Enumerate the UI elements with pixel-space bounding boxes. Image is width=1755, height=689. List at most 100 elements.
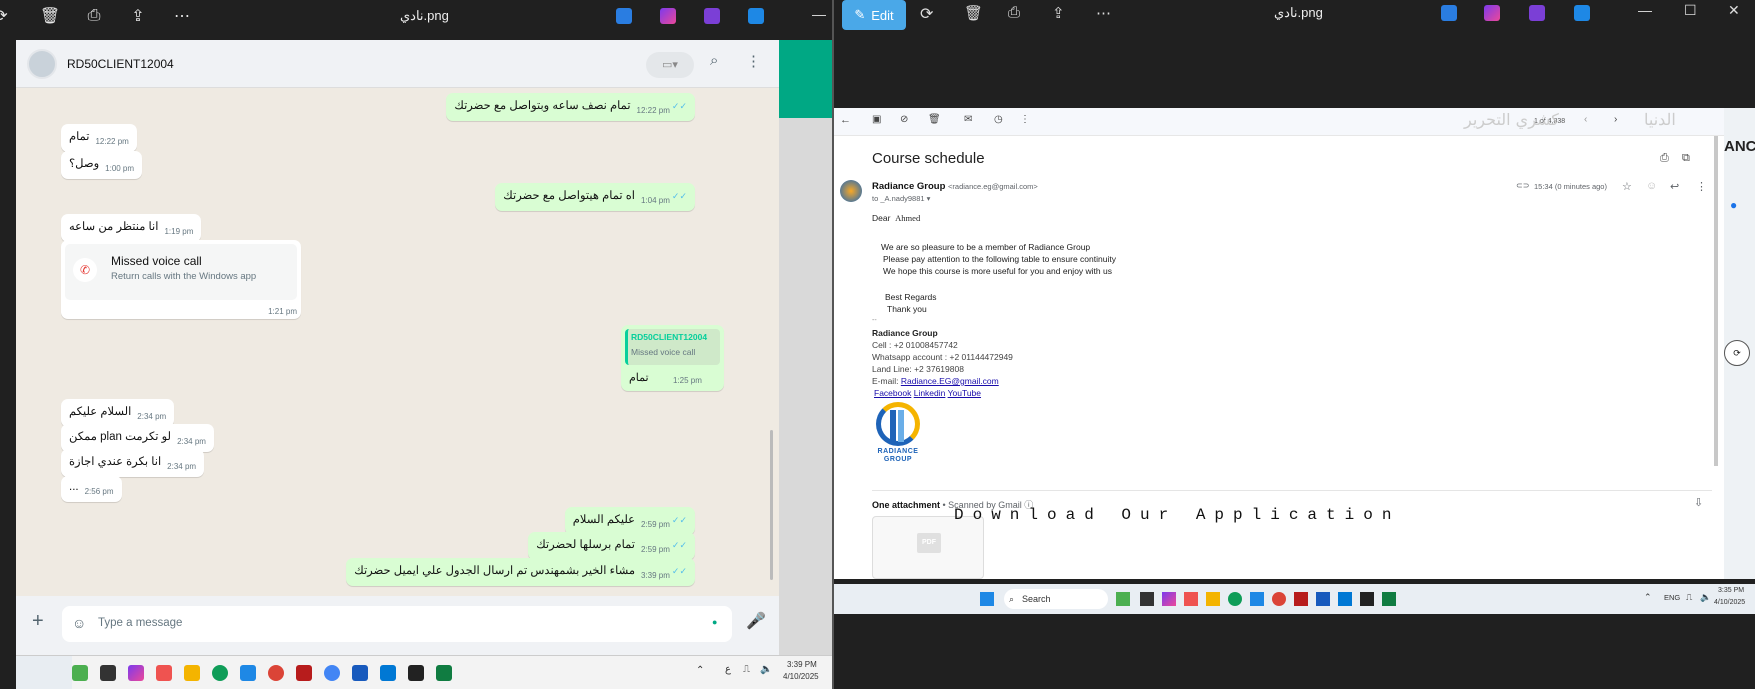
sender-name[interactable]: Radiance Group	[872, 181, 945, 192]
calculator-icon[interactable]	[1250, 592, 1264, 606]
network-icon[interactable]: ⎍	[1686, 592, 1692, 603]
chevron-up-icon[interactable]: ⌃	[696, 665, 704, 676]
search-icon[interactable]: ⌕	[710, 52, 718, 69]
message-bubble[interactable]: تمام نصف ساعه وبتواصل مع حضرتك 12:22 pm ✓✓	[446, 93, 695, 121]
message-input[interactable]: ☺ Type a message ●	[62, 606, 732, 642]
snooze-icon[interactable]: ◷	[994, 114, 1003, 125]
lang-indicator[interactable]: ENG	[1664, 593, 1680, 602]
person-icon[interactable]: ●	[1730, 198, 1737, 212]
excel-icon[interactable]	[436, 664, 452, 681]
message-bubble[interactable]: تمام برسلها لحضرتك 2:59 pm ✓✓	[528, 532, 695, 560]
folder-icon[interactable]	[1206, 592, 1220, 606]
volume-icon[interactable]: 🔈	[760, 664, 772, 675]
taskbar-search[interactable]: ⌕ Search	[1004, 589, 1108, 609]
chrome-icon[interactable]	[1272, 592, 1286, 606]
clipchamp-icon[interactable]	[704, 8, 720, 24]
copilot-icon[interactable]	[1484, 5, 1500, 21]
avatar[interactable]	[27, 49, 57, 79]
minimize-button[interactable]: —	[812, 6, 826, 22]
sender-avatar[interactable]	[840, 180, 862, 202]
chevron-up-icon[interactable]: ⌃	[1644, 592, 1652, 603]
print-all-icon[interactable]: ⎙	[1660, 152, 1669, 165]
share-icon[interactable]: ⇪	[1052, 4, 1065, 22]
more-icon[interactable]: ⋯	[160, 0, 204, 32]
lang-indicator[interactable]: ع	[725, 664, 731, 675]
chrome-icon[interactable]	[268, 664, 284, 681]
more-vert-icon[interactable]: ⋮	[1696, 180, 1707, 193]
message-bubble[interactable]: عليكم السلام 2:59 pm ✓✓	[564, 507, 695, 535]
snip-icon[interactable]	[156, 664, 172, 681]
message-bubble[interactable]: تمام 12:22 pm	[61, 124, 137, 152]
volume-icon[interactable]: 🔈	[1700, 592, 1711, 603]
linkedin-link[interactable]: Linkedin	[914, 388, 946, 398]
windows-start-icon[interactable]	[980, 592, 994, 606]
message-bubble[interactable]: انا منتظر من ساعه 1:19 pm	[61, 214, 202, 242]
minimize-button[interactable]: —	[1638, 2, 1652, 18]
pdf-attachment-tile[interactable]: PDF	[872, 516, 984, 579]
sig-email-link[interactable]: Radiance.EG@gmail.com	[901, 376, 999, 386]
edit-app-icon[interactable]	[616, 8, 632, 24]
microphone-icon[interactable]: 🎤	[746, 611, 766, 631]
taskview-icon[interactable]	[100, 664, 116, 681]
photos-icon[interactable]	[380, 664, 396, 681]
delete-icon[interactable]: 🗑	[964, 4, 983, 22]
print-icon[interactable]: ⎙	[72, 0, 116, 32]
calculator-icon[interactable]	[240, 664, 256, 681]
illustrator-icon[interactable]	[1294, 592, 1308, 606]
onedrive-icon[interactable]	[1574, 5, 1590, 21]
prev-icon[interactable]: ‹	[1584, 114, 1587, 125]
emoji-icon[interactable]: ☺	[72, 615, 86, 631]
word-icon[interactable]	[352, 664, 368, 681]
email-scrollbar[interactable]	[1714, 136, 1718, 466]
edit-button[interactable]: ✎ Edit	[842, 0, 906, 30]
message-bubble[interactable]: وصل؟ 1:00 pm	[61, 151, 143, 179]
back-arrow-icon[interactable]: ←	[840, 114, 851, 126]
archive-icon[interactable]: ▣	[872, 114, 881, 125]
copilot-icon[interactable]	[1162, 592, 1176, 606]
more-icon[interactable]: ⋯	[1096, 4, 1111, 22]
open-new-window-icon[interactable]: ⧉	[1682, 152, 1690, 165]
edge-icon[interactable]	[1228, 592, 1242, 606]
search-box[interactable]	[16, 656, 72, 689]
add-to-drive-icon[interactable]: ⇩	[1694, 496, 1703, 509]
film-icon[interactable]	[408, 664, 424, 681]
message-bubble[interactable]: السلام عليكم 2:34 pm	[61, 399, 175, 427]
maximize-button[interactable]: ☐	[1684, 2, 1697, 19]
word-icon[interactable]	[1316, 592, 1330, 606]
menu-icon[interactable]: ⋮	[746, 52, 761, 70]
video-call-button[interactable]: ▭▾	[646, 52, 694, 78]
rotate-icon[interactable]: ⟳	[920, 4, 933, 24]
widget-icon[interactable]	[1116, 592, 1130, 606]
delete-icon[interactable]: 🗑	[928, 114, 941, 125]
contact-name[interactable]: RD50CLIENT12004	[67, 57, 174, 71]
delete-icon[interactable]: 🗑	[28, 0, 72, 32]
missed-call-card[interactable]: ✆ Missed voice call Return calls with th…	[61, 240, 301, 319]
reply-icon[interactable]: ↩	[1670, 180, 1679, 193]
photos-icon[interactable]	[1338, 592, 1352, 606]
widget-icon[interactable]	[72, 664, 88, 681]
excel-icon[interactable]	[1382, 592, 1396, 606]
attach-plus-icon[interactable]: +	[32, 610, 44, 633]
facebook-link[interactable]: Facebook	[874, 388, 911, 398]
edit-app-icon[interactable]	[1441, 5, 1457, 21]
copilot-icon[interactable]	[660, 8, 676, 24]
film-icon[interactable]	[1360, 592, 1374, 606]
message-bubble[interactable]: انا بكرة عندي اجازة 2:34 pm	[61, 449, 205, 477]
youtube-link[interactable]: YouTube	[948, 388, 981, 398]
network-icon[interactable]: ⎍	[743, 664, 750, 675]
message-bubble[interactable]: مشاء الخير بشمهندس تم ارسال الجدول علي ا…	[346, 558, 695, 586]
clipchamp-icon[interactable]	[1529, 5, 1545, 21]
illustrator-icon[interactable]	[296, 664, 312, 681]
reply-bubble[interactable]: RD50CLIENT12004 Missed voice call تمام 1…	[621, 325, 724, 391]
share-icon[interactable]: ⇪	[116, 0, 160, 32]
folder-icon[interactable]	[184, 664, 200, 681]
star-icon[interactable]: ☆	[1622, 180, 1632, 193]
message-bubble[interactable]: اه تمام هيتواصل مع حضرتك 1:04 pm ✓✓	[495, 183, 695, 211]
onedrive-icon[interactable]	[748, 8, 764, 24]
edge-icon[interactable]	[212, 664, 228, 681]
mark-unread-icon[interactable]: ✉	[964, 114, 972, 125]
emoji-react-icon[interactable]: ☺	[1646, 180, 1657, 192]
report-icon[interactable]: ⊘	[900, 114, 908, 125]
recipient-line[interactable]: to _A.nady9881 ▾	[872, 194, 930, 203]
more-vert-icon[interactable]: ⋮	[1020, 114, 1030, 125]
